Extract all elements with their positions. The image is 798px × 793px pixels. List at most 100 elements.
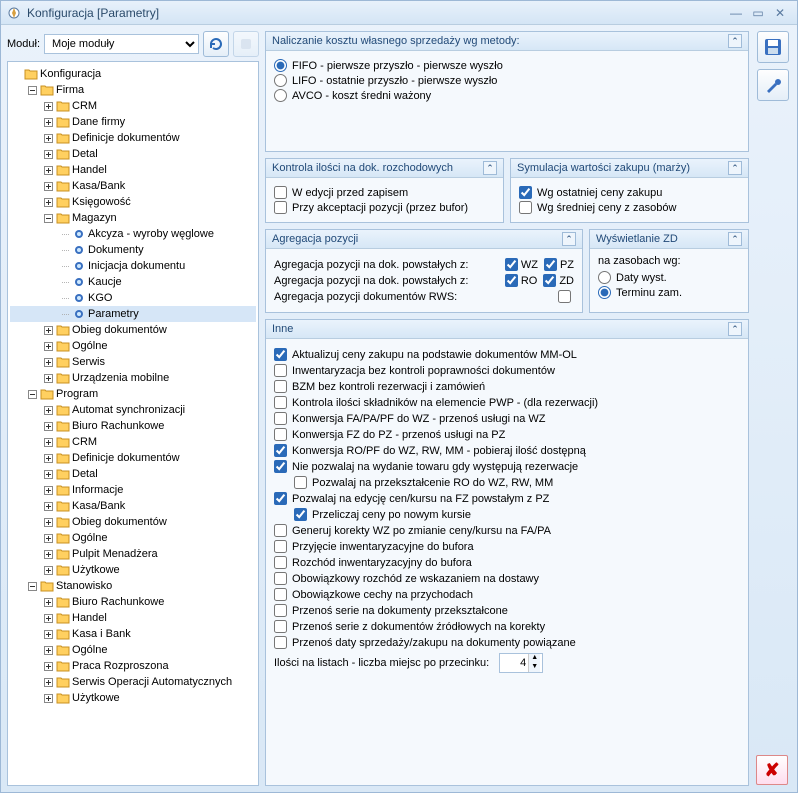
tree-node[interactable]: Pulpit Menadżera: [10, 546, 256, 562]
radio[interactable]: [598, 271, 611, 284]
checkbox[interactable]: [294, 508, 307, 521]
tree-node[interactable]: Program: [10, 386, 256, 402]
checkbox[interactable]: [274, 380, 287, 393]
expand-icon[interactable]: [44, 518, 56, 527]
checkbox-row[interactable]: Wg średniej ceny z zasobów: [519, 201, 740, 214]
expand-icon[interactable]: [44, 342, 56, 351]
radio[interactable]: [598, 286, 611, 299]
checkbox[interactable]: [274, 412, 287, 425]
expand-icon[interactable]: [44, 438, 56, 447]
expand-icon[interactable]: [44, 358, 56, 367]
tree-node[interactable]: Biuro Rachunkowe: [10, 594, 256, 610]
inne-option[interactable]: Rozchód inwentaryzacyjny do bufora: [274, 556, 740, 569]
config-tree[interactable]: KonfiguracjaFirmaCRMDane firmyDefinicje …: [7, 61, 259, 786]
tree-node[interactable]: Definicje dokumentów: [10, 130, 256, 146]
checkbox-row[interactable]: W edycji przed zapisem: [274, 186, 495, 199]
checkbox[interactable]: [274, 556, 287, 569]
checkbox[interactable]: [505, 258, 518, 271]
cost-option[interactable]: LIFO - ostatnie przyszło - pierwsze wysz…: [274, 74, 740, 87]
checkbox[interactable]: [519, 201, 532, 214]
tree-node[interactable]: CRM: [10, 98, 256, 114]
agg-check[interactable]: [558, 290, 574, 303]
radio[interactable]: [274, 89, 287, 102]
inne-option[interactable]: Kontrola ilości składników na elemencie …: [274, 396, 740, 409]
close-button[interactable]: ✕: [769, 4, 791, 22]
checkbox[interactable]: [558, 290, 571, 303]
spin-up[interactable]: ▲: [528, 654, 540, 663]
checkbox[interactable]: [274, 396, 287, 409]
expand-icon[interactable]: [44, 422, 56, 431]
inne-option[interactable]: Konwersja FZ do PZ - przenoś usługi na P…: [274, 428, 740, 441]
tree-node[interactable]: Urządzenia mobilne: [10, 370, 256, 386]
tree-node[interactable]: ····Inicjacja dokumentu: [10, 258, 256, 274]
tree-node[interactable]: Detal: [10, 466, 256, 482]
expand-icon[interactable]: [44, 470, 56, 479]
agg-check[interactable]: RO: [505, 274, 538, 287]
agg-check[interactable]: PZ: [544, 258, 574, 271]
expand-icon[interactable]: [44, 486, 56, 495]
tree-node[interactable]: ····KGO: [10, 290, 256, 306]
expand-icon[interactable]: [44, 118, 56, 127]
tree-node[interactable]: Kasa i Bank: [10, 626, 256, 642]
inne-option[interactable]: Nie pozwalaj na wydanie towaru gdy wystę…: [274, 460, 740, 473]
tree-node[interactable]: Dane firmy: [10, 114, 256, 130]
tree-node[interactable]: Konfiguracja: [10, 66, 256, 82]
tree-node[interactable]: Obieg dokumentów: [10, 322, 256, 338]
expand-icon[interactable]: [44, 678, 56, 687]
checkbox[interactable]: [274, 348, 287, 361]
agg-check[interactable]: ZD: [543, 274, 574, 287]
ilosci-spinner[interactable]: ▲▼: [499, 653, 543, 673]
checkbox[interactable]: [544, 258, 557, 271]
expand-icon[interactable]: [44, 374, 56, 383]
collapse-icon[interactable]: ⌃: [562, 232, 576, 246]
checkbox[interactable]: [274, 364, 287, 377]
cancel-button[interactable]: ✘: [756, 755, 788, 785]
expand-icon[interactable]: [44, 566, 56, 575]
expand-icon[interactable]: [44, 214, 56, 223]
inne-option[interactable]: Pozwalaj na przekształcenie RO do WZ, RW…: [294, 476, 740, 489]
expand-icon[interactable]: [44, 198, 56, 207]
tree-node[interactable]: Serwis Operacji Automatycznych: [10, 674, 256, 690]
tree-node[interactable]: Ogólne: [10, 642, 256, 658]
checkbox[interactable]: [274, 524, 287, 537]
expand-icon[interactable]: [44, 326, 56, 335]
eyedropper-button[interactable]: [757, 69, 789, 101]
tree-node[interactable]: Ogólne: [10, 530, 256, 546]
checkbox-row[interactable]: Wg ostatniej ceny zakupu: [519, 186, 740, 199]
inne-option[interactable]: Konwersja FA/PA/PF do WZ - przenoś usług…: [274, 412, 740, 425]
collapse-icon[interactable]: ⌃: [728, 161, 742, 175]
expand-icon[interactable]: [44, 454, 56, 463]
radio[interactable]: [274, 74, 287, 87]
save-button[interactable]: [757, 31, 789, 63]
inne-option[interactable]: Generuj korekty WZ po zmianie ceny/kursu…: [274, 524, 740, 537]
zd-option[interactable]: Daty wyst.: [598, 271, 740, 284]
expand-icon[interactable]: [44, 694, 56, 703]
tree-node[interactable]: Informacje: [10, 482, 256, 498]
zd-option[interactable]: Terminu zam.: [598, 286, 740, 299]
expand-icon[interactable]: [44, 550, 56, 559]
tree-node[interactable]: Obieg dokumentów: [10, 514, 256, 530]
tree-node[interactable]: ····Kaucje: [10, 274, 256, 290]
tree-node[interactable]: Detal: [10, 146, 256, 162]
tree-node[interactable]: Praca Rozproszona: [10, 658, 256, 674]
collapse-icon[interactable]: ⌃: [483, 161, 497, 175]
expand-icon[interactable]: [44, 598, 56, 607]
checkbox[interactable]: [274, 444, 287, 457]
expand-icon[interactable]: [28, 390, 40, 399]
tree-node[interactable]: Kasa/Bank: [10, 178, 256, 194]
expand-icon[interactable]: [28, 86, 40, 95]
tree-node[interactable]: Automat synchronizacji: [10, 402, 256, 418]
module-select[interactable]: Moje moduły: [44, 34, 199, 54]
inne-option[interactable]: Obowiązkowy rozchód ze wskazaniem na dos…: [274, 572, 740, 585]
expand-icon[interactable]: [44, 630, 56, 639]
minimize-button[interactable]: —: [725, 4, 747, 22]
inne-option[interactable]: BZM bez kontroli rezerwacji i zamówień: [274, 380, 740, 393]
checkbox[interactable]: [274, 460, 287, 473]
inne-option[interactable]: Obowiązkowe cechy na przychodach: [274, 588, 740, 601]
checkbox[interactable]: [274, 428, 287, 441]
expand-icon[interactable]: [44, 662, 56, 671]
checkbox[interactable]: [519, 186, 532, 199]
tree-node[interactable]: Kasa/Bank: [10, 498, 256, 514]
checkbox[interactable]: [274, 604, 287, 617]
tree-node[interactable]: ····Akcyza - wyroby węglowe: [10, 226, 256, 242]
